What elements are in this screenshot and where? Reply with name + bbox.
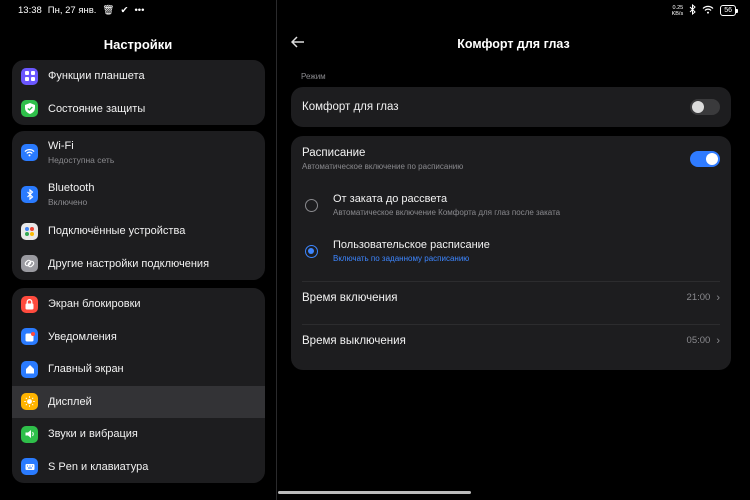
sidebar-item-label: S Pen и клавиатура: [48, 460, 149, 473]
toggle-knob: [706, 153, 718, 165]
sidebar-title: Настройки: [103, 37, 173, 52]
notification-icon: [21, 328, 38, 346]
lock-icon: [21, 295, 38, 313]
sidebar-item-other-connections[interactable]: Другие настройки подключения: [12, 248, 265, 281]
sidebar-item-label: Главный экран: [48, 363, 124, 376]
eye-comfort-panel: Комфорт для глаз Режим Комфорт для глаз …: [277, 0, 750, 500]
wifi-icon: [21, 143, 38, 161]
sidebar-item-sublabel: Недоступна сеть: [48, 154, 115, 165]
sidebar-item-bluetooth[interactable]: Bluetooth Включено: [12, 173, 265, 215]
sidebar-item-tablet-features[interactable]: Функции планшета: [12, 60, 265, 93]
sidebar-item-display[interactable]: Дисплей: [12, 385, 265, 418]
schedule-sublabel: Автоматическое включение по расписанию: [302, 162, 464, 171]
radio-sunset-sunrise[interactable]: [305, 198, 318, 212]
sidebar-item-label: Подключённые устройства: [48, 225, 186, 238]
home-indicator[interactable]: [278, 491, 471, 494]
chevron-right-icon: ›: [716, 291, 720, 304]
link-icon: [21, 255, 38, 273]
sound-icon: [21, 425, 38, 443]
sidebar-item-spen-keyboard[interactable]: S Pen и клавиатура: [12, 451, 265, 484]
radio-custom-schedule[interactable]: [305, 244, 318, 258]
sidebar-item-wifi[interactable]: Wi-Fi Недоступна сеть: [12, 131, 265, 173]
schedule-card: Расписание Автоматическое включение по р…: [291, 136, 731, 370]
option-label: Пользовательское расписание: [333, 239, 490, 251]
shield-icon: [21, 100, 38, 118]
on-time-row[interactable]: Время включения 21:00 ›: [291, 276, 731, 319]
section-label: Режим: [301, 72, 326, 81]
sidebar-item-label: Состояние защиты: [48, 102, 146, 115]
on-time-label: Время включения: [302, 291, 398, 304]
sidebar-group-2: Wi-Fi Недоступна сеть Bluetooth Включено…: [12, 131, 265, 280]
pen-icon: [21, 458, 38, 476]
grid-icon: [21, 67, 38, 85]
eye-comfort-label: Комфорт для глаз: [302, 101, 399, 113]
home-icon: [21, 360, 38, 378]
sidebar-item-sublabel: Включено: [48, 196, 88, 207]
sun-icon: [21, 393, 38, 411]
sidebar-item-connected-devices[interactable]: Подключённые устройства: [12, 215, 265, 248]
chevron-right-icon: ›: [716, 334, 720, 347]
page-title: Комфорт для глаз: [457, 37, 570, 51]
off-time-row[interactable]: Время выключения 05:00 ›: [291, 319, 731, 362]
devices-icon: [21, 222, 38, 240]
off-time-value: 05:00 ›: [686, 334, 720, 347]
schedule-row[interactable]: Расписание Автоматическое включение по р…: [291, 136, 731, 182]
schedule-label: Расписание: [302, 147, 366, 159]
sidebar-item-label: Уведомления: [48, 330, 117, 343]
sidebar-item-label: Другие настройки подключения: [48, 257, 210, 270]
sidebar-group-1: Функции планшета Состояние защиты: [12, 60, 265, 125]
sidebar-item-label: Экран блокировки: [48, 298, 141, 311]
on-time-value: 21:00 ›: [686, 291, 720, 304]
option-sunset-sunrise[interactable]: От заката до рассвета Автоматическое вкл…: [291, 182, 731, 228]
option-sublabel: Автоматическое включение Комфорта для гл…: [333, 208, 561, 217]
sidebar-item-home-screen[interactable]: Главный экран: [12, 353, 265, 386]
eye-comfort-row[interactable]: Комфорт для глаз: [291, 87, 731, 127]
eye-comfort-card: Комфорт для глаз: [291, 87, 731, 127]
sidebar-item-lock-screen[interactable]: Экран блокировки: [12, 288, 265, 321]
sidebar-item-label: Wi-Fi: [48, 139, 74, 152]
option-custom-schedule[interactable]: Пользовательское расписание Включать по …: [291, 228, 731, 274]
sidebar-item-notifications[interactable]: Уведомления: [12, 321, 265, 354]
sidebar-item-sound[interactable]: Звуки и вибрация: [12, 418, 265, 451]
schedule-toggle[interactable]: [690, 151, 720, 167]
bluetooth-icon: [21, 185, 38, 203]
sidebar-item-label: Bluetooth: [48, 181, 95, 194]
sidebar-item-label: Звуки и вибрация: [48, 428, 138, 441]
option-sublabel: Включать по заданному расписанию: [333, 254, 470, 263]
off-time-label: Время выключения: [302, 334, 406, 347]
option-label: От заката до рассвета: [333, 193, 448, 205]
eye-comfort-toggle[interactable]: [690, 99, 720, 115]
settings-sidebar: Настройки Функции планшета Состояние защ…: [0, 0, 276, 500]
toggle-knob: [692, 101, 704, 113]
sidebar-item-label: Функции планшета: [48, 70, 145, 83]
sidebar-item-label: Дисплей: [48, 395, 92, 408]
sidebar-item-protection[interactable]: Состояние защиты: [12, 93, 265, 126]
sidebar-group-3: Экран блокировки Уведомления Главный экр…: [12, 288, 265, 483]
